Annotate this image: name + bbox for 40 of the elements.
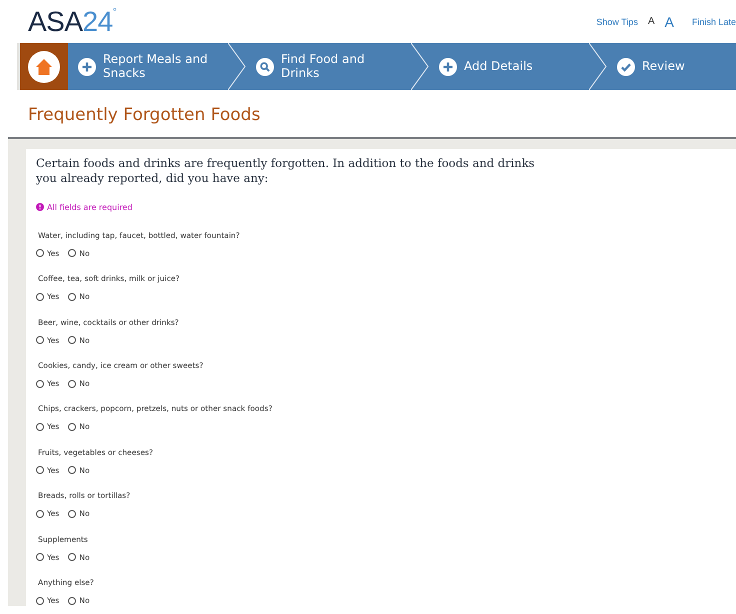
chevron-divider <box>411 43 429 90</box>
radio-button[interactable] <box>36 596 44 604</box>
chevron-divider <box>228 43 246 90</box>
plus-icon <box>439 58 457 76</box>
radio-button[interactable] <box>36 380 44 388</box>
large-font-button[interactable]: A <box>664 14 674 30</box>
radio-button[interactable] <box>36 336 44 344</box>
radio-button[interactable] <box>68 249 76 258</box>
radio-button[interactable] <box>36 510 44 518</box>
search-icon <box>256 58 274 76</box>
radio-button[interactable] <box>36 292 44 301</box>
step-tab[interactable]: Add Details <box>429 43 589 90</box>
header-link[interactable]: Show Tips <box>596 16 638 26</box>
plus-icon <box>78 58 96 76</box>
radio-button[interactable] <box>36 249 44 258</box>
radio-button[interactable] <box>68 380 76 388</box>
chevron-divider <box>589 43 607 90</box>
step-tab[interactable]: Find Food and Drinks <box>246 43 411 90</box>
radio-button[interactable] <box>68 466 76 474</box>
small-font-button[interactable]: A <box>648 16 655 27</box>
home-button[interactable] <box>20 43 68 90</box>
header-link[interactable]: Finish Late <box>692 16 736 26</box>
check-icon <box>617 58 635 76</box>
radio-button[interactable] <box>68 422 76 431</box>
radio-button[interactable] <box>36 553 44 562</box>
required-note: All fields are required <box>47 202 132 212</box>
radio-button[interactable] <box>68 336 76 344</box>
intro-text: Certain foods and drinks are frequently forgotten. In addition to the foods and drinks you already reported, did you have any: <box>36 156 536 186</box>
home-icon <box>27 50 61 84</box>
logo: ASA24° <box>28 8 116 36</box>
radio-button[interactable] <box>68 553 76 562</box>
radio-button[interactable] <box>36 422 44 431</box>
alert-icon <box>36 203 44 212</box>
step-tab[interactable]: Review <box>607 43 727 90</box>
radio-button[interactable] <box>36 466 44 474</box>
radio-button[interactable] <box>68 596 76 604</box>
page-title: Frequently Forgotten Foods <box>27 104 262 127</box>
radio-button[interactable] <box>68 510 76 518</box>
step-tab[interactable]: Report Meals and Snacks <box>68 43 228 90</box>
radio-button[interactable] <box>68 292 76 301</box>
